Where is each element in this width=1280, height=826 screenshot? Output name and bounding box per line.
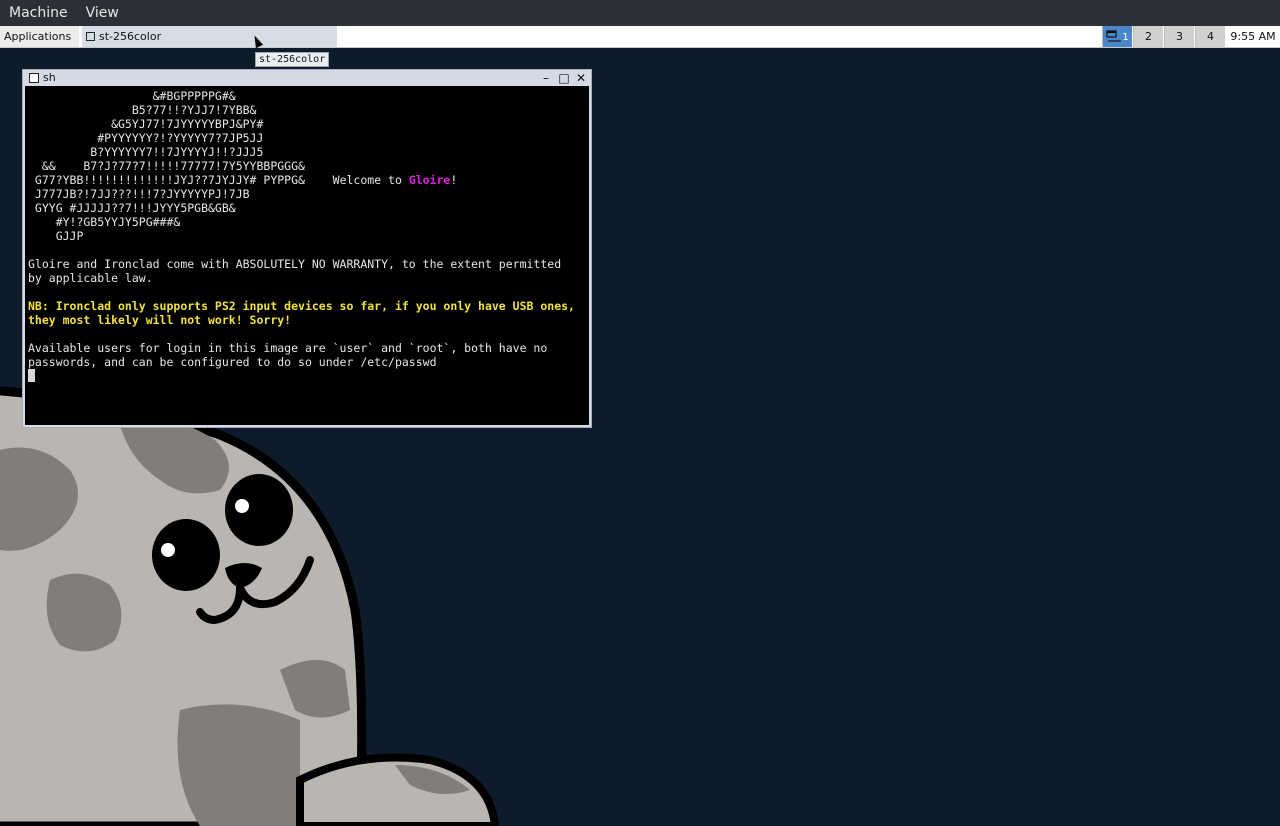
logo-line: #Y!?GB5YYJY5PG###& <box>28 215 181 229</box>
taskbar-item-label: st-256color <box>99 30 162 43</box>
workspace-2-button[interactable]: 2 <box>1133 26 1163 47</box>
terminal-output[interactable]: &#BGPPPPPG#& B5?77!!?YJJ7!7YBB& &G5YJ77!… <box>25 86 589 425</box>
terminal-cursor <box>28 369 35 382</box>
workspace-4-button[interactable]: 4 <box>1195 26 1225 47</box>
warranty-line: Gloire and Ironclad come with ABSOLUTELY… <box>28 257 562 271</box>
host-menubar: Machine View <box>0 0 1280 26</box>
logo-line: G77?YBB!!!!!!!!!!!!!JYJ??7JYJJY# PYPPG& <box>28 173 305 187</box>
workspace-3-button[interactable]: 3 <box>1164 26 1194 47</box>
logo-line: &G5YJ77!7JYYYYYBPJ&PY# <box>28 117 264 131</box>
welcome-prefix: Welcome to <box>304 173 409 187</box>
logo-welcome-line: G77?YBB!!!!!!!!!!!!!JYJ??7JYJJY# PYPPG& … <box>28 173 586 187</box>
logo-line: B?YYYYYY7!!7JYYYYJ!!?JJJ5 <box>28 145 264 159</box>
workspace-window-icon <box>1106 30 1122 42</box>
desktop-panel: Applications st-256color 1 2 3 4 9:55 AM <box>0 26 1280 48</box>
seal-wallpaper-icon <box>0 386 500 826</box>
terminal-window[interactable]: sh – □ ✕ &#BGPPPPPG#& B5?77!!?YJJ7!7YBB&… <box>22 69 592 428</box>
users-line: Available users for login in this image … <box>28 341 548 355</box>
logo-line: && B7?J?77?7!!!!!77777!7Y5YYBBPGGG& <box>28 159 305 173</box>
welcome-os-name: Gloire <box>408 173 451 187</box>
minimize-button[interactable]: – <box>539 70 553 86</box>
window-icon <box>86 32 95 41</box>
maximize-button[interactable]: □ <box>557 70 571 86</box>
logo-line: &#BGPPPPPG#& <box>28 89 236 103</box>
menu-view[interactable]: View <box>77 0 128 26</box>
logo-line: GYYG #JJJJJ??7!!!JYYY5PGB&GB& <box>28 201 236 215</box>
taskbar-tooltip: st-256color <box>255 52 330 67</box>
logo-line: #PYYYYYY?!?YYYYY7?7JP5JJ <box>28 131 264 145</box>
logo-line: J777JB?!7JJ???!!!7?JYYYYYPJ!7JB <box>28 187 250 201</box>
logo-line: B5?77!!?YJJ7!7YBB& <box>28 103 257 117</box>
notice-line: NB: Ironclad only supports PS2 input dev… <box>28 299 575 313</box>
taskbar-item-st[interactable]: st-256color <box>82 26 337 47</box>
workspace-1-button[interactable]: 1 <box>1102 26 1132 47</box>
welcome-suffix: ! <box>450 173 458 187</box>
users-line: passwords, and can be configured to do s… <box>28 355 437 369</box>
warranty-line: by applicable law. <box>28 271 153 285</box>
close-button[interactable]: ✕ <box>574 70 588 86</box>
window-menu-icon[interactable] <box>29 73 39 83</box>
logo-line: GJJP <box>28 229 84 243</box>
window-titlebar[interactable]: sh – □ ✕ <box>23 70 591 86</box>
workspace-label: 1 <box>1122 32 1129 43</box>
menu-machine[interactable]: Machine <box>0 0 77 26</box>
applications-menu-button[interactable]: Applications <box>0 26 79 47</box>
clock: 9:55 AM <box>1226 26 1280 47</box>
window-title: sh <box>43 71 56 84</box>
notice-line: they most likely will not work! Sorry! <box>28 313 292 327</box>
